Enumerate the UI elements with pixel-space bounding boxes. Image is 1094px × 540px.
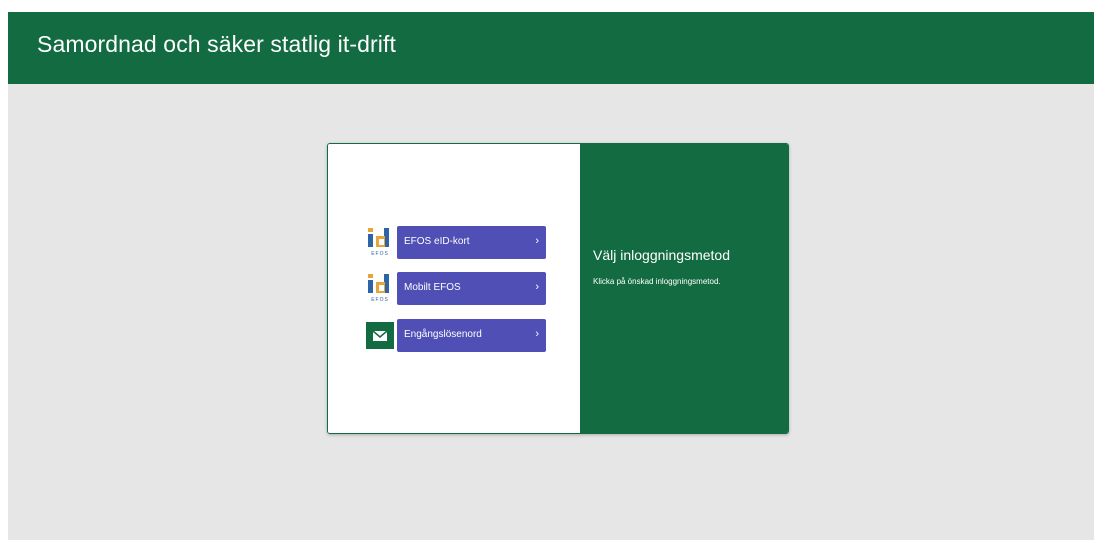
method-row-efos-card: EFOS EFOS eID-kort › bbox=[366, 226, 546, 259]
efos-logo-text: EFOS bbox=[371, 297, 389, 303]
envelope-icon bbox=[366, 322, 394, 349]
info-panel: Välj inloggningsmetod Klicka på önskad i… bbox=[580, 144, 788, 433]
efos-eid-card-label: EFOS eID-kort bbox=[404, 236, 470, 247]
site-title: Samordnad och säker statlig it-drift bbox=[37, 31, 396, 57]
chevron-right-icon: › bbox=[535, 281, 539, 293]
method-row-one-time-password: Engångslösenord › bbox=[366, 319, 546, 352]
efos-logo-text: EFOS bbox=[371, 251, 389, 257]
mobile-efos-label: Mobilt EFOS bbox=[404, 282, 461, 293]
one-time-password-label: Engångslösenord bbox=[404, 329, 482, 340]
one-time-password-button[interactable]: Engångslösenord › bbox=[397, 319, 546, 352]
efos-eid-card-button[interactable]: EFOS eID-kort › bbox=[397, 226, 546, 259]
site-header: Samordnad och säker statlig it-drift bbox=[8, 12, 1094, 84]
page-background: Samordnad och säker statlig it-drift EFO… bbox=[8, 12, 1094, 540]
login-card: EFOS EFOS eID-kort › EFOS Mobilt EFOS › … bbox=[327, 143, 789, 434]
method-row-mobile-efos: EFOS Mobilt EFOS › bbox=[366, 272, 546, 305]
mobile-efos-button[interactable]: Mobilt EFOS › bbox=[397, 272, 546, 305]
efos-id-logo-icon: EFOS bbox=[368, 274, 389, 303]
chevron-right-icon: › bbox=[535, 235, 539, 247]
panel-title: Välj inloggningsmetod bbox=[593, 247, 730, 263]
login-methods-panel: EFOS EFOS eID-kort › EFOS Mobilt EFOS › … bbox=[328, 144, 580, 433]
chevron-right-icon: › bbox=[535, 328, 539, 340]
efos-id-logo-icon: EFOS bbox=[368, 228, 389, 257]
panel-description: Klicka på önskad inloggningsmetod. bbox=[593, 277, 721, 286]
